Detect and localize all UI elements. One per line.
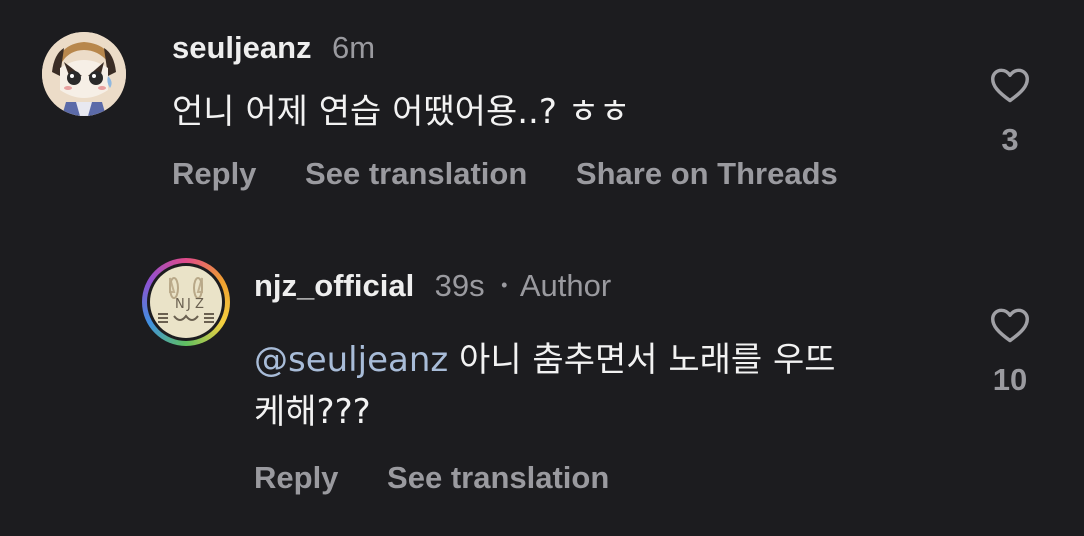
username[interactable]: seuljeanz [172,30,312,65]
see-translation-button[interactable]: See translation [387,460,609,495]
comment-text: 언니 어제 연습 어땠어용..? ㅎㅎ [172,92,631,132]
svg-text:Z: Z [195,297,204,312]
mention-link[interactable]: @seuljeanz [254,340,448,380]
svg-text:J: J [186,297,191,312]
comments-screen: seuljeanz 6m 언니 어제 연습 어땠어용..? ㅎㅎ Reply S… [0,0,1084,536]
heart-outline-icon[interactable] [989,306,1031,344]
avatar[interactable] [42,32,126,116]
timestamp: 6m [332,30,376,65]
comment-actions: Reply See translation Share on Threads [172,156,878,192]
comment-text: @seuljeanz 아니 춤추면서 노래를 우뜨 케해??? [254,334,954,438]
comment-actions: Reply See translation [254,460,649,496]
like-count: 10 [992,362,1028,397]
like-column: 3 [980,66,1040,158]
reply-button[interactable]: Reply [172,156,256,191]
see-translation-button[interactable]: See translation [305,156,527,191]
comment-header: seuljeanz 6m [172,30,375,66]
comment-header: njz_official 39s • Author [254,268,611,304]
avatar-illustration [42,32,126,116]
comment-text-line1: 아니 춤추면서 노래를 우뜨 [448,340,836,380]
heart-outline-icon[interactable] [989,66,1031,104]
svg-text:N: N [175,297,185,312]
avatar[interactable]: N J Z [142,258,230,346]
comment-text-line2: 케해??? [254,392,371,432]
like-column: 10 [980,306,1040,398]
like-count: 3 [1001,122,1019,157]
avatar-logo: N J Z [150,266,222,338]
reply-button[interactable]: Reply [254,460,338,495]
timestamp: 39s [434,268,485,303]
share-on-threads-button[interactable]: Share on Threads [576,156,838,191]
username[interactable]: njz_official [254,268,414,303]
separator-dot: • [501,275,508,295]
author-badge: Author [519,268,612,303]
